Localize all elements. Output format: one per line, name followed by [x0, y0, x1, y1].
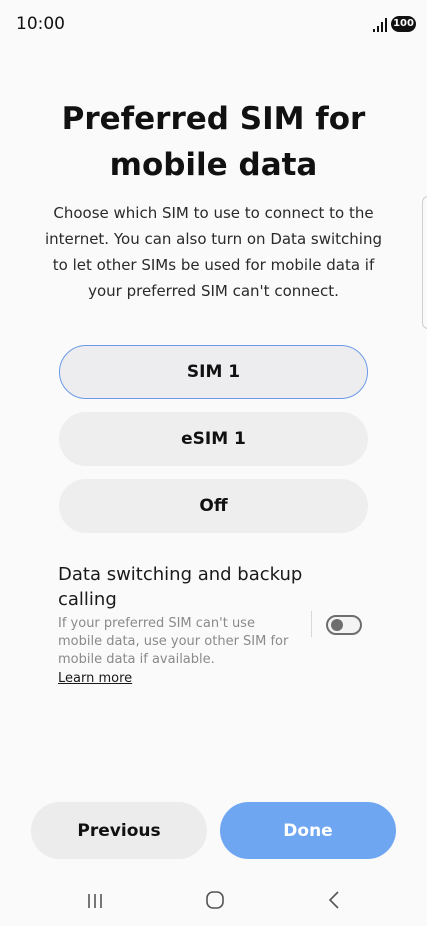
page-description: Choose which SIM to use to connect to th… [45, 204, 382, 300]
done-button[interactable]: Done [220, 802, 396, 859]
data-switching-toggle[interactable] [326, 615, 362, 635]
scroll-indicator[interactable] [422, 196, 427, 329]
recents-icon[interactable] [87, 893, 103, 909]
battery-icon: 100 [391, 16, 416, 32]
sim-option-sim1[interactable]: SIM 1 [59, 345, 368, 399]
home-icon[interactable] [205, 890, 225, 910]
status-bar: 10:00 100 [0, 0, 427, 52]
sim-option-off[interactable]: Off [59, 479, 368, 533]
navigation-bar [0, 872, 427, 926]
learn-more-link[interactable]: Learn more [58, 670, 132, 688]
screen: 10:00 100 Preferred SIM for mobile data … [0, 0, 427, 926]
sim-option-esim1[interactable]: eSIM 1 [59, 412, 368, 466]
back-icon[interactable] [326, 890, 342, 910]
divider [311, 611, 312, 637]
page-title: Preferred SIM for mobile data [61, 101, 366, 183]
previous-button[interactable]: Previous [31, 802, 207, 859]
status-time: 10:00 [16, 14, 65, 34]
toggle-knob [331, 619, 343, 631]
signal-icon [373, 18, 387, 32]
data-switching-description: If your preferred SIM can't use mobile d… [58, 616, 289, 667]
data-switching-title: Data switching and backup calling [58, 564, 303, 610]
